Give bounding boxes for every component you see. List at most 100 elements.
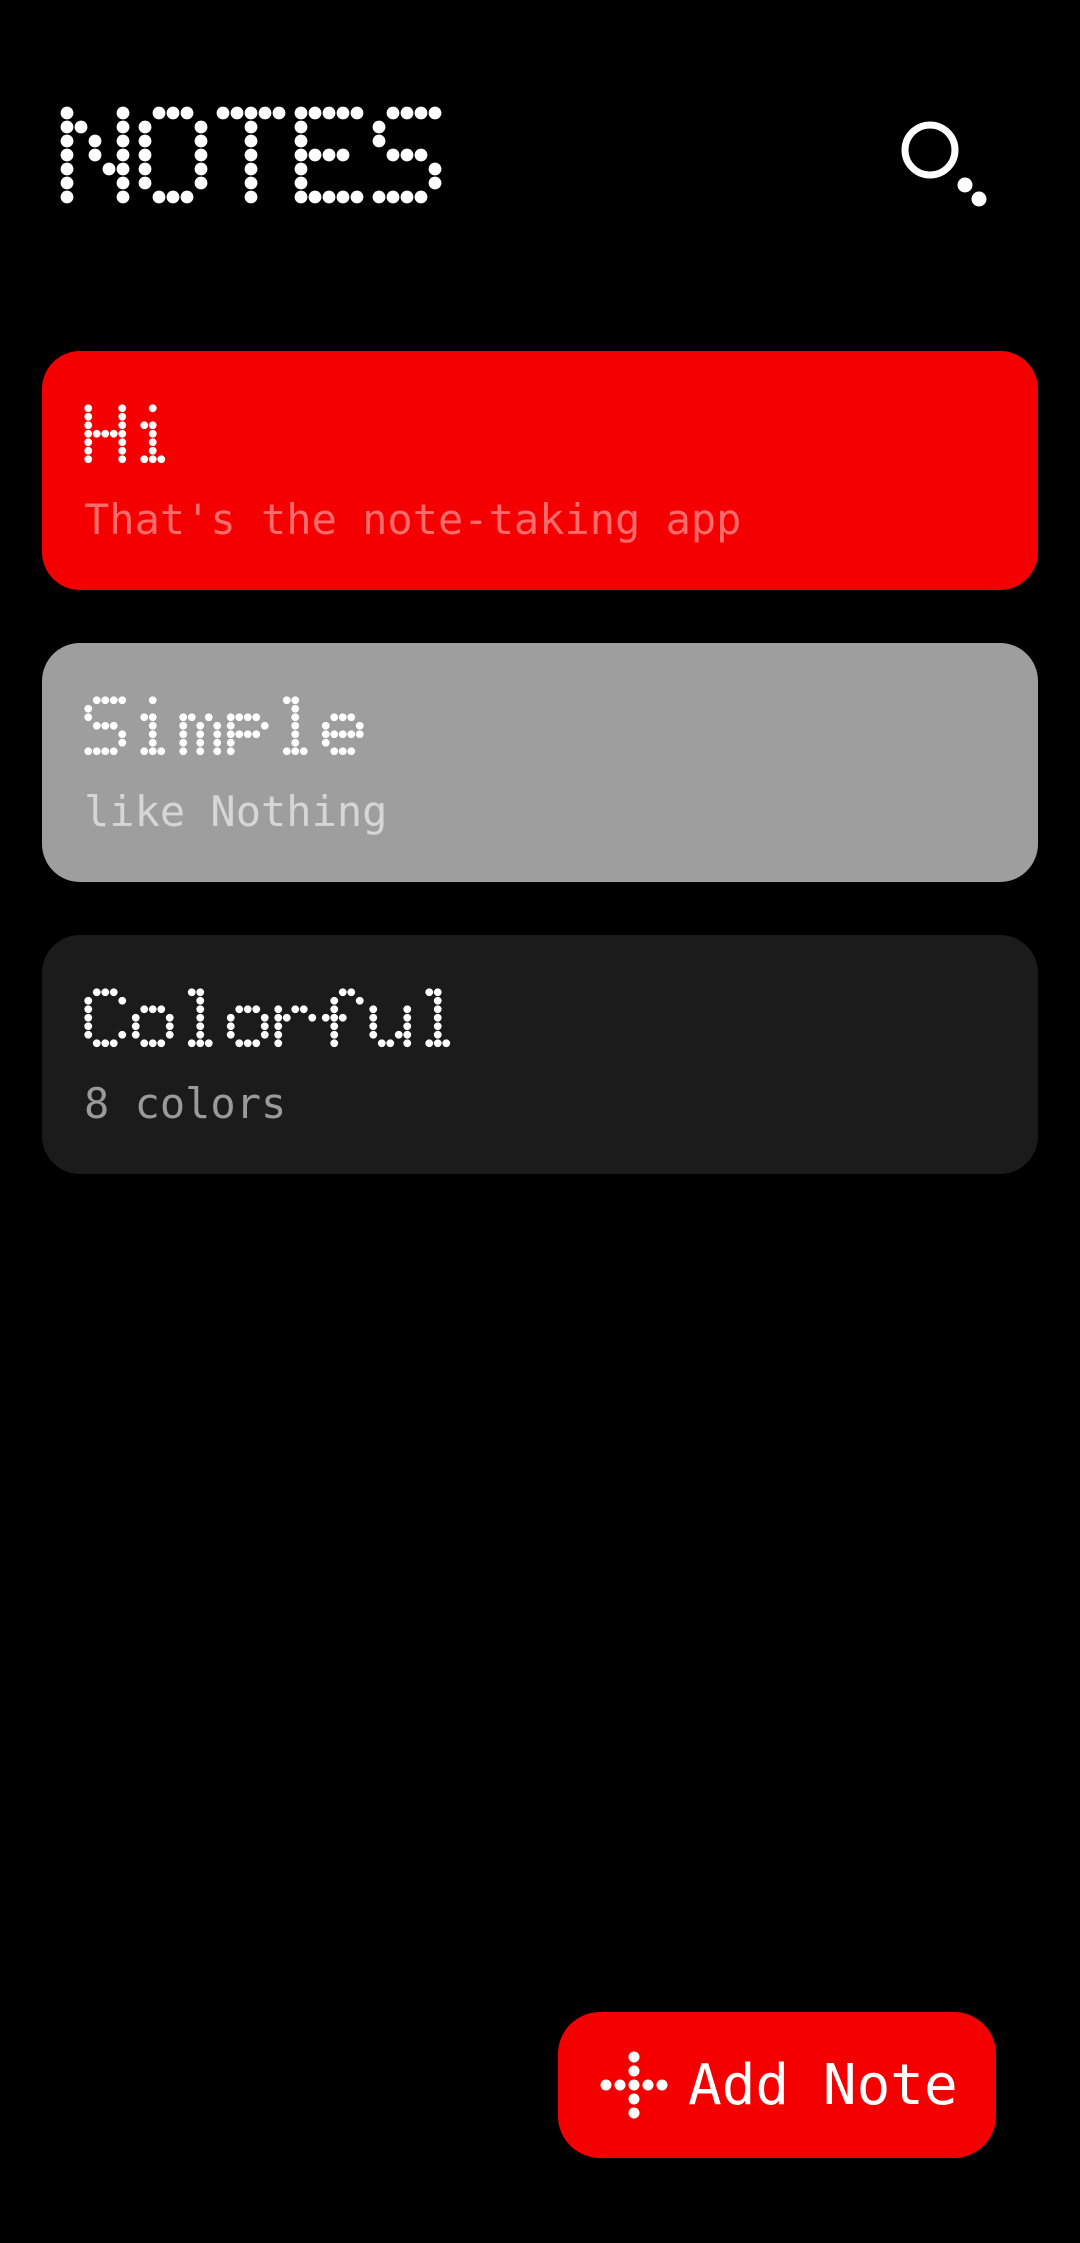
title-dot: [282, 696, 291, 705]
title-dot: [101, 722, 110, 730]
note-card[interactable]: Hi That's the note-taking app: [42, 351, 1038, 590]
title-dot: [294, 120, 308, 134]
title-dot: [433, 1039, 442, 1048]
title-dot: [347, 730, 356, 739]
title-dot: [196, 1039, 205, 1048]
title-dot: [84, 438, 93, 447]
title-dot: [291, 713, 300, 722]
title-dot: [116, 148, 130, 162]
title-dot: [204, 1039, 213, 1048]
title-dot: [140, 1039, 149, 1048]
title-dot: [165, 1022, 174, 1031]
title-dot: [400, 148, 414, 162]
title-dot: [274, 1005, 283, 1014]
title-dot: [84, 447, 93, 455]
title-dot: [109, 430, 118, 438]
title-dot: [400, 106, 414, 120]
title-dot: [330, 713, 339, 722]
title-dot: [442, 1039, 451, 1048]
title-dot: [372, 134, 386, 148]
add-note-label: Add Note: [688, 2052, 958, 2118]
title-dot: [179, 747, 188, 756]
title-dot: [179, 722, 188, 730]
title-dot: [226, 739, 235, 747]
title-dot: [187, 988, 196, 997]
title-dot: [88, 148, 102, 162]
add-note-button[interactable]: Add Note: [558, 2012, 996, 2158]
title-dot: [148, 739, 157, 747]
title-dot: [350, 106, 364, 120]
title-dot: [244, 176, 258, 190]
title-dot: [84, 413, 93, 421]
title-dot: [372, 190, 386, 204]
title-dot: [291, 722, 300, 730]
title-dot: [92, 696, 101, 705]
title-dot: [414, 148, 428, 162]
title-dot: [84, 1031, 93, 1039]
title-dot: [109, 696, 118, 705]
title-dot: [226, 747, 235, 756]
note-card[interactable]: Simple like Nothing: [42, 643, 1038, 882]
title-dot: [425, 1039, 434, 1048]
title-dot: [116, 120, 130, 134]
title-dot: [60, 148, 74, 162]
title-dot: [116, 176, 130, 190]
title-dot: [118, 413, 127, 421]
title-dot: [347, 747, 356, 756]
title-dot: [138, 148, 152, 162]
title-dot: [166, 106, 180, 120]
title-dot: [291, 1005, 300, 1014]
title-dot: [308, 1014, 317, 1022]
title-dot: [414, 190, 428, 204]
title-dot: [226, 1022, 235, 1031]
title-dot: [414, 106, 428, 120]
title-dot: [118, 739, 127, 747]
title-dot: [226, 1014, 235, 1022]
title-dot: [330, 730, 339, 739]
title-dot: [109, 722, 118, 730]
title-dot: [84, 404, 93, 413]
search-button[interactable]: [896, 116, 1000, 220]
title-dot: [260, 1031, 269, 1039]
title-dot: [243, 1039, 252, 1048]
title-dot: [433, 1005, 442, 1014]
title-dot: [244, 106, 258, 120]
app-title-dotted-text: [60, 106, 442, 204]
title-dot: [84, 1005, 93, 1014]
title-dot: [252, 1005, 261, 1014]
title-dot: [118, 455, 127, 464]
title-dot: [403, 1031, 412, 1039]
title-dot: [180, 190, 194, 204]
title-dot: [194, 120, 208, 134]
note-card[interactable]: Colorful 8 colors: [42, 935, 1038, 1174]
title-dot: [274, 1014, 283, 1022]
title-dot: [92, 722, 101, 730]
title-dot: [355, 997, 364, 1005]
title-dot: [118, 421, 127, 430]
title-dot: [60, 120, 74, 134]
title-dot: [74, 120, 88, 134]
title-dot: [84, 713, 93, 722]
title-dot: [347, 988, 356, 997]
title-dot: [308, 148, 322, 162]
title-dot: [140, 747, 149, 756]
title-dot: [243, 730, 252, 739]
title-dot: [213, 722, 222, 730]
title-dot: [148, 438, 157, 447]
title-dot: [196, 730, 205, 739]
title-dot: [140, 713, 149, 722]
title-dot: [272, 106, 286, 120]
title-dot: [330, 1005, 339, 1014]
title-dot: [330, 747, 339, 756]
title-dot: [226, 713, 235, 722]
title-dot: [165, 1014, 174, 1022]
title-dot: [230, 106, 244, 120]
title-dot: [321, 722, 330, 730]
title-dot: [118, 430, 127, 438]
title-dot: [148, 713, 157, 722]
title-dot: [321, 1014, 330, 1022]
title-dot: [294, 162, 308, 176]
title-dot: [84, 997, 93, 1005]
app-header: NOTES: [0, 0, 1080, 300]
title-dot: [433, 997, 442, 1005]
